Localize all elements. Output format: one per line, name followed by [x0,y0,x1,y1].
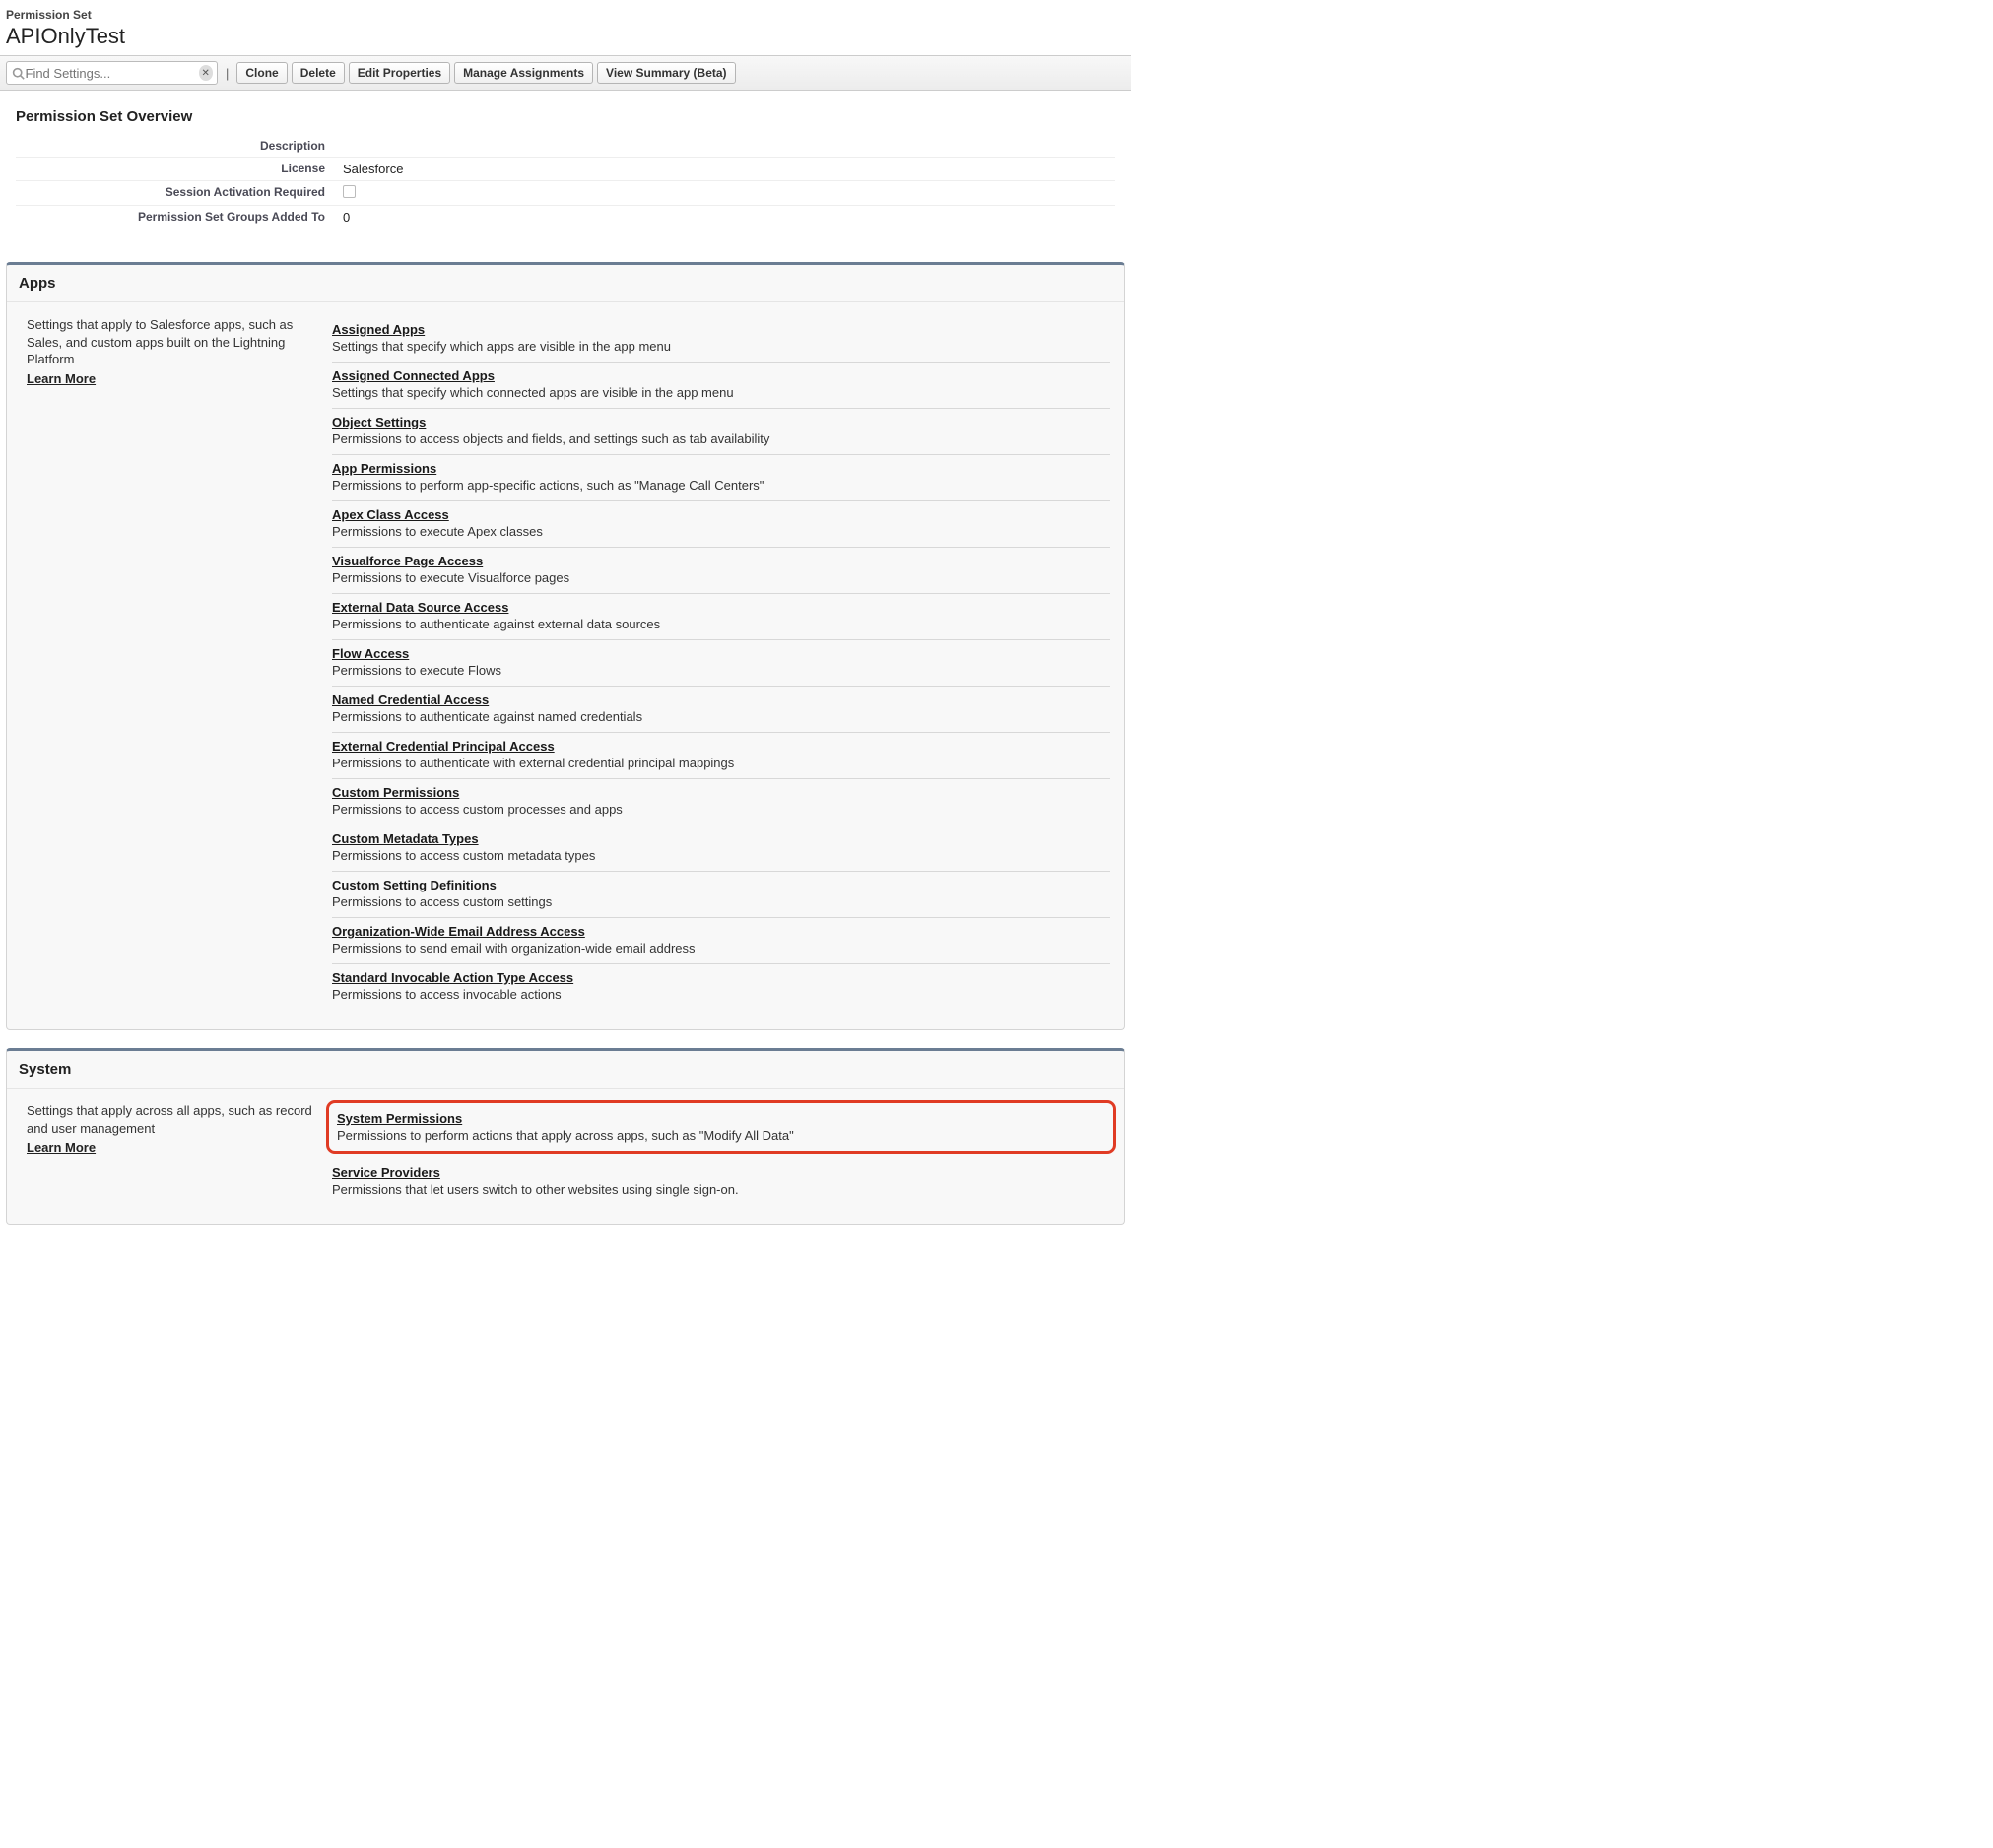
system-link[interactable]: Service Providers [332,1165,440,1180]
apps-item: Visualforce Page Access Permissions to ex… [332,548,1110,594]
apps-item: Assigned Apps Settings that specify which… [332,316,1110,363]
system-item: Service Providers Permissions that let us… [332,1159,1110,1205]
system-item: System Permissions Permissions to perform… [326,1100,1116,1154]
apps-desc: Permissions to access custom metadata ty… [332,848,1110,863]
system-link[interactable]: System Permissions [337,1111,462,1126]
system-desc-text: Settings that apply across all apps, suc… [27,1103,312,1136]
toolbar: ✕ | Clone Delete Edit Properties Manage … [0,55,1131,91]
apps-learn-more-link[interactable]: Learn More [27,370,314,388]
apps-desc: Permissions to send email with organizat… [332,941,1110,956]
apps-desc: Permissions to authenticate against name… [332,709,1110,724]
apps-link[interactable]: External Credential Principal Access [332,739,555,754]
apps-heading: Apps [7,265,1124,302]
apps-item: External Credential Principal Access Perm… [332,733,1110,779]
apps-item: Flow Access Permissions to execute Flows [332,640,1110,687]
apps-link[interactable]: Custom Setting Definitions [332,878,497,892]
system-link-list: System Permissions Permissions to perform… [332,1102,1110,1205]
apps-item: External Data Source Access Permissions t… [332,594,1110,640]
apps-link[interactable]: Assigned Connected Apps [332,368,495,383]
apps-link[interactable]: Visualforce Page Access [332,554,483,568]
search-container: ✕ [6,61,218,85]
perm-set-groups-label: Permission Set Groups Added To [16,210,343,225]
apps-desc: Permissions to access custom processes a… [332,802,1110,817]
description-label: Description [16,139,343,153]
perm-set-groups-value: 0 [343,210,1115,225]
apps-link[interactable]: Organization-Wide Email Address Access [332,924,585,939]
description-value [343,139,1115,153]
manage-assignments-button[interactable]: Manage Assignments [454,62,593,84]
system-desc: Permissions that let users switch to oth… [332,1182,1110,1197]
clone-button[interactable]: Clone [236,62,287,84]
apps-link[interactable]: Custom Permissions [332,785,459,800]
delete-button[interactable]: Delete [292,62,345,84]
license-label: License [16,162,343,176]
apps-link[interactable]: External Data Source Access [332,600,508,615]
apps-item: App Permissions Permissions to perform ap… [332,455,1110,501]
apps-desc: Permissions to access custom settings [332,894,1110,909]
apps-item: Assigned Connected Apps Settings that spe… [332,363,1110,409]
session-activation-label: Session Activation Required [16,185,343,201]
apps-link[interactable]: Custom Metadata Types [332,831,479,846]
page-title: APIOnlyTest [6,24,1125,49]
apps-link[interactable]: App Permissions [332,461,436,476]
apps-desc: Settings that specify which apps are vis… [332,339,1110,354]
apps-link[interactable]: Named Credential Access [332,693,489,707]
overview-panel: Permission Set Overview Description Lice… [4,100,1127,244]
apps-desc: Permissions to authenticate with externa… [332,756,1110,770]
apps-item: Apex Class Access Permissions to execute … [332,501,1110,548]
system-section-desc: Settings that apply across all apps, suc… [27,1102,332,1205]
apps-link[interactable]: Flow Access [332,646,409,661]
apps-desc: Permissions to access invocable actions [332,987,1110,1002]
apps-item: Named Credential Access Permissions to au… [332,687,1110,733]
apps-item: Standard Invocable Action Type Access Per… [332,964,1110,1010]
system-section: System Settings that apply across all ap… [6,1048,1125,1225]
apps-desc: Permissions to perform app-specific acti… [332,478,1110,493]
apps-desc: Permissions to execute Visualforce pages [332,570,1110,585]
apps-item: Custom Setting Definitions Permissions to… [332,872,1110,918]
session-activation-value [343,185,1115,201]
apps-desc: Permissions to execute Flows [332,663,1110,678]
license-value: Salesforce [343,162,1115,176]
apps-desc: Settings that specify which connected ap… [332,385,1110,400]
apps-desc: Permissions to authenticate against exte… [332,617,1110,631]
clear-search-icon[interactable]: ✕ [199,65,214,81]
system-heading: System [7,1051,1124,1089]
system-desc: Permissions to perform actions that appl… [337,1128,1105,1143]
edit-properties-button[interactable]: Edit Properties [349,62,450,84]
apps-link-list: Assigned Apps Settings that specify which… [332,316,1110,1010]
apps-section: Apps Settings that apply to Salesforce a… [6,262,1125,1030]
apps-link[interactable]: Apex Class Access [332,507,449,522]
toolbar-separator: | [222,66,233,81]
system-learn-more-link[interactable]: Learn More [27,1139,314,1156]
apps-link[interactable]: Object Settings [332,415,426,429]
apps-desc: Permissions to access objects and fields… [332,431,1110,446]
search-icon [11,65,26,81]
view-summary-button[interactable]: View Summary (Beta) [597,62,736,84]
apps-section-desc: Settings that apply to Salesforce apps, … [27,316,332,1010]
apps-link[interactable]: Standard Invocable Action Type Access [332,970,573,985]
apps-item: Object Settings Permissions to access obj… [332,409,1110,455]
apps-desc-text: Settings that apply to Salesforce apps, … [27,317,293,366]
search-input[interactable] [26,66,199,81]
session-activation-checkbox [343,185,356,198]
apps-item: Custom Permissions Permissions to access … [332,779,1110,825]
apps-item: Custom Metadata Types Permissions to acce… [332,825,1110,872]
apps-item: Organization-Wide Email Address Access Pe… [332,918,1110,964]
apps-link[interactable]: Assigned Apps [332,322,425,337]
overview-heading: Permission Set Overview [16,108,1115,125]
page-type-label: Permission Set [6,8,1125,22]
apps-desc: Permissions to execute Apex classes [332,524,1110,539]
